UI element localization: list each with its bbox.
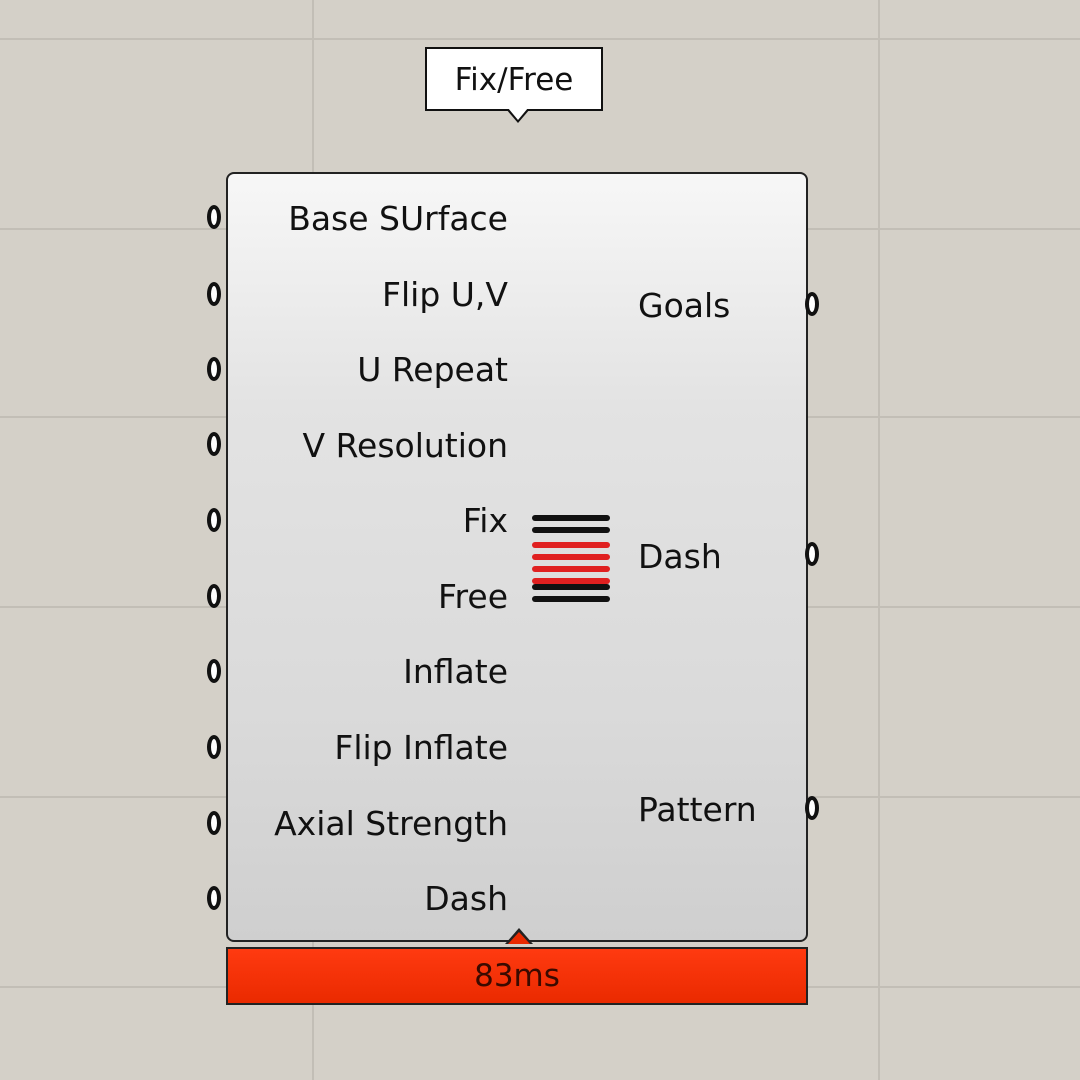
stacked-lines-icon <box>532 512 612 604</box>
input-grip-flip-uv[interactable] <box>207 282 221 306</box>
runtime-status-bar: 83ms <box>226 947 808 1005</box>
input-label-fix: Fix <box>462 501 508 540</box>
group-label-text: Fix/Free <box>454 62 574 98</box>
input-grip-base-surface[interactable] <box>207 205 221 229</box>
status-pointer-fill <box>508 932 530 944</box>
input-grip-v-resolution[interactable] <box>207 432 221 456</box>
output-label-goals: Goals <box>638 286 731 325</box>
input-label-free: Free <box>437 577 508 616</box>
input-grip-free[interactable] <box>207 584 221 608</box>
runtime-label: 83ms <box>474 958 560 994</box>
output-grip-goals[interactable] <box>805 292 819 316</box>
input-grip-axial-strength[interactable] <box>207 811 221 835</box>
output-grip-dash[interactable] <box>805 542 819 566</box>
group-label-balloon[interactable]: Fix/Free <box>425 47 603 111</box>
input-grip-u-repeat[interactable] <box>207 357 221 381</box>
input-label-v-resolution: V Resolution <box>302 426 509 465</box>
output-label-pattern: Pattern <box>638 790 757 829</box>
input-grip-dash[interactable] <box>207 886 221 910</box>
grasshopper-component[interactable]: Base SUrface Flip U,V U Repeat V Resolut… <box>226 172 808 942</box>
input-label-flip-uv: Flip U,V <box>382 275 508 314</box>
input-grip-flip-inflate[interactable] <box>207 735 221 759</box>
balloon-pointer-fill <box>508 108 528 120</box>
input-label-u-repeat: U Repeat <box>357 350 508 389</box>
input-grip-fix[interactable] <box>207 508 221 532</box>
input-label-inflate: Inflate <box>403 652 508 691</box>
input-label-axial-strength: Axial Strength <box>274 804 508 843</box>
input-grip-inflate[interactable] <box>207 659 221 683</box>
output-grip-pattern[interactable] <box>805 796 819 820</box>
input-label-dash: Dash <box>424 879 508 918</box>
input-label-flip-inflate: Flip Inflate <box>334 728 508 767</box>
input-label-base-surface: Base SUrface <box>288 199 508 238</box>
output-label-dash: Dash <box>638 537 722 576</box>
